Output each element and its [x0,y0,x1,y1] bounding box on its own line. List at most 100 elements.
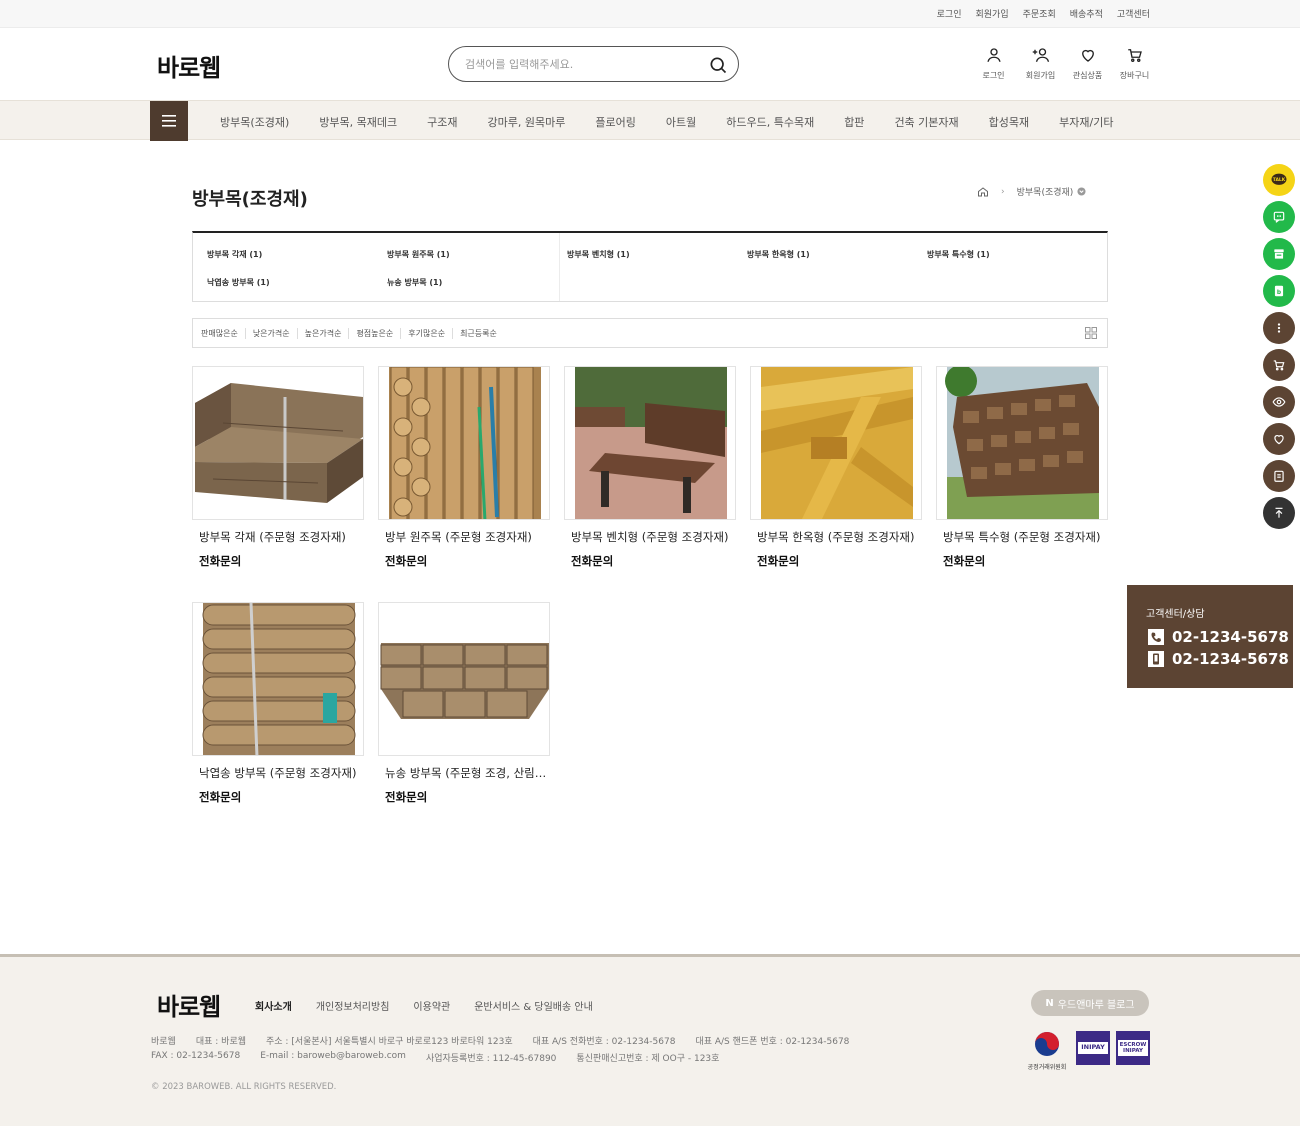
cart-icon [1127,49,1142,62]
top-link-join[interactable]: 회원가입 [976,7,1009,20]
sort-option[interactable]: 높은가격순 [296,328,349,339]
breadcrumb-current[interactable]: 방부목(조경재) [1017,185,1074,198]
mobile-number[interactable]: 02-1234-5678 [1148,650,1289,668]
nav-item[interactable]: 방부목(조경재) [220,114,289,130]
sort-option[interactable]: 낮은가격순 [244,328,297,339]
footer-link-privacy[interactable]: 개인정보처리방침 [316,998,390,1013]
product-image[interactable] [192,366,364,520]
header-wishlist-button[interactable]: 관심상품 [1064,46,1111,81]
header-login-button[interactable]: 로그인 [970,46,1017,81]
header: 바로웹 로그인 회원가입 관심상품 장바구니 [0,28,1300,100]
quick-wishlist-button[interactable] [1263,423,1295,455]
more-button[interactable] [1263,312,1295,344]
search-input[interactable] [465,55,695,73]
chat-button[interactable] [1263,201,1295,233]
kakao-talk-button[interactable]: TALK [1263,164,1295,196]
user-plus-icon [1032,48,1049,62]
talk-bubble-icon: TALK [1271,173,1287,185]
footer-link-about[interactable]: 회사소개 [255,998,292,1013]
quick-cart-button[interactable] [1263,349,1295,381]
product-card[interactable]: 방부목 한옥형 (주문형 조경자재) 전화문의 [750,366,922,569]
product-name[interactable]: 낙엽송 방부목 (주문형 조경자재) [199,765,361,781]
product-name[interactable]: 방부목 각재 (주문형 조경자재) [199,529,361,545]
chevron-down-icon[interactable] [1077,187,1086,196]
product-name[interactable]: 방부목 벤치형 (주문형 조경자재) [571,529,733,545]
sort-option[interactable]: 최근등록순 [452,328,504,339]
product-image[interactable] [378,366,550,520]
phone-number[interactable]: 02-1234-5678 [1148,628,1289,646]
nav-item[interactable]: 아트월 [666,114,696,130]
blog-link-label: 우드앤마루 블로그 [1057,999,1135,1011]
nav-item[interactable]: 건축 기본자재 [894,114,958,130]
subcategory-link[interactable]: 뉴송 방부목 (1) [387,277,442,288]
footer-link-terms[interactable]: 이용약관 [413,998,450,1013]
nav-item[interactable]: 구조재 [427,114,457,130]
ceo: 대표 : 바로웹 [195,1037,246,1047]
escrow-inipay-badge[interactable]: ESCROW INIPAY [1116,1031,1150,1065]
footer: 바로웹 회사소개 개인정보처리방침 이용약관 운반서비스 & 당일배송 안내 N… [0,954,1300,1126]
user-icon [986,48,1001,62]
header-join-button[interactable]: 회원가입 [1017,46,1064,81]
product-card[interactable]: 방부목 벤치형 (주문형 조경자재) 전화문의 [564,366,736,569]
top-link-cs[interactable]: 고객센터 [1117,7,1150,20]
footer-link-delivery[interactable]: 운반서비스 & 당일배송 안내 [474,998,593,1013]
sort-option[interactable]: 후기많은순 [400,328,452,339]
product-image[interactable] [564,366,736,520]
product-card[interactable]: 방부 원주목 (주문형 조경자재) 전화문의 [378,366,550,569]
nav-item[interactable]: 플로어링 [595,114,635,130]
recent-view-button[interactable] [1263,386,1295,418]
nav-item[interactable]: 방부목, 목재데크 [319,114,397,130]
copyright: © 2023 BAROWEB. ALL RIGHTS RESERVED. [151,1082,337,1092]
blog-button[interactable]: b [1263,275,1295,307]
fax: FAX : 02-1234-5678 [151,1051,241,1061]
all-menu-button[interactable] [150,101,188,141]
sort-option[interactable]: 판매많은순 [201,328,245,339]
search-icon[interactable] [708,55,728,75]
product-image[interactable] [750,366,922,520]
product-name[interactable]: 방부 원주목 (주문형 조경자재) [385,529,547,545]
cart-icon [1273,360,1285,371]
order-history-button[interactable] [1263,460,1295,492]
product-image[interactable] [192,602,364,756]
subcategory-link[interactable]: 방부목 벤치형 (1) [567,249,630,260]
ftc-badge[interactable]: 공정거래위원회 [1024,1031,1070,1071]
product-name[interactable]: 뉴송 방부목 (주문형 조경, 산림자재) [385,765,547,781]
product-card[interactable]: 방부목 특수형 (주문형 조경자재) 전화문의 [936,366,1108,569]
footer-logo[interactable]: 바로웹 [157,987,221,1022]
sort-option[interactable]: 평점높은순 [348,328,400,339]
inipay-label: INIPAY [1078,1042,1108,1054]
product-image[interactable] [936,366,1108,520]
product-price: 전화문의 [943,554,986,568]
top-link-login[interactable]: 로그인 [937,7,962,20]
product-card[interactable]: 방부목 각재 (주문형 조경자재) 전화문의 [192,366,364,569]
nav-item[interactable]: 합성목재 [989,114,1029,130]
store-button[interactable] [1263,238,1295,270]
product-card[interactable]: 뉴송 방부목 (주문형 조경, 산림자재) 전화문의 [378,602,550,805]
site-logo[interactable]: 바로웹 [157,48,221,83]
heart-icon [1274,435,1284,445]
nav-item[interactable]: 하드우드, 특수목재 [726,114,814,130]
subcategory-link[interactable]: 방부목 한옥형 (1) [747,249,810,260]
nav-item[interactable]: 합판 [844,114,864,130]
blog-link-button[interactable]: N 우드앤마루 블로그 [1031,990,1149,1016]
grid-view-icon[interactable] [1085,327,1097,339]
chevron-right-icon: › [1001,186,1005,197]
subcategory-link[interactable]: 방부목 특수형 (1) [927,249,990,260]
inipay-badge[interactable]: INIPAY [1076,1031,1110,1065]
product-name[interactable]: 방부목 한옥형 (주문형 조경자재) [757,529,919,545]
subcategory-link[interactable]: 낙엽송 방부목 (1) [207,277,270,288]
eye-icon [1272,397,1286,407]
top-link-order[interactable]: 주문조회 [1023,7,1056,20]
subcategory-link[interactable]: 방부목 각재 (1) [207,249,262,260]
product-name[interactable]: 방부목 특수형 (주문형 조경자재) [943,529,1105,545]
home-icon[interactable] [977,186,989,198]
nav-item[interactable]: 부자재/기타 [1059,114,1113,130]
scroll-top-button[interactable] [1263,497,1295,529]
product-image[interactable] [378,602,550,756]
product-card[interactable]: 낙엽송 방부목 (주문형 조경자재) 전화문의 [192,602,364,805]
nav-item[interactable]: 강마루, 원목마루 [488,114,566,130]
top-link-tracking[interactable]: 배송추적 [1070,7,1103,20]
quick-menu: TALK b [1263,164,1295,534]
subcategory-link[interactable]: 방부목 원주목 (1) [387,249,450,260]
header-cart-button[interactable]: 장바구니 [1111,46,1158,81]
